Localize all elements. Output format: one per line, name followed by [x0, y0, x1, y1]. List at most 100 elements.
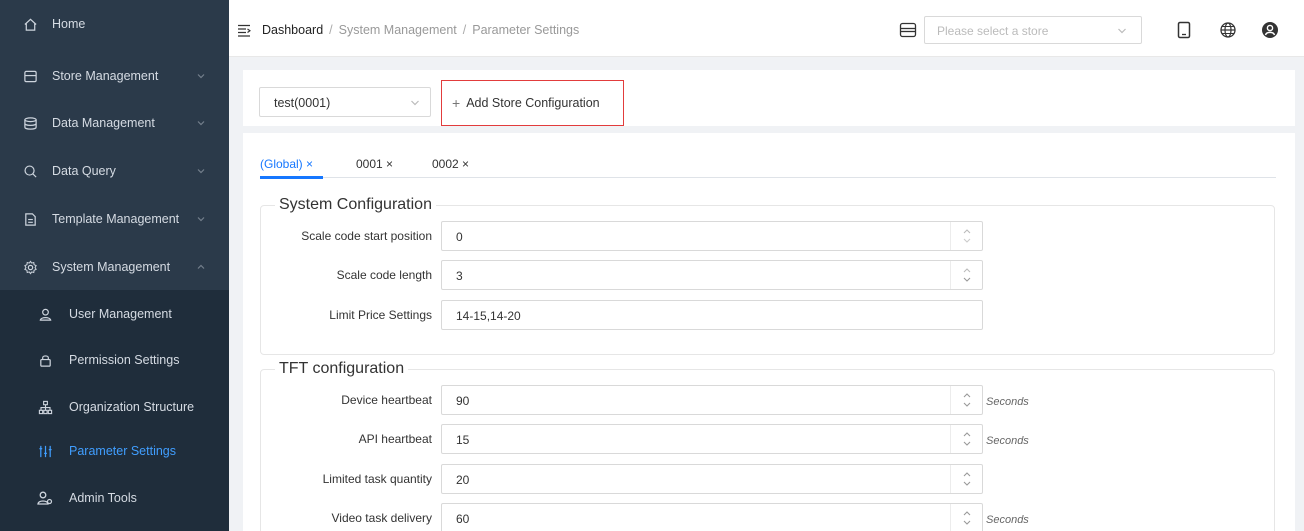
number-stepper[interactable]	[950, 386, 982, 414]
field-label: Scale code start position	[301, 229, 432, 243]
number-stepper[interactable]	[950, 222, 982, 250]
video-task-delivery-input[interactable]: 60	[441, 503, 983, 531]
store-select[interactable]: Please select a store	[924, 16, 1142, 44]
sidebar-item-label: Home	[52, 17, 86, 31]
chevron-down-icon	[411, 100, 419, 106]
scale-code-length-input[interactable]: 3	[441, 260, 983, 290]
breadcrumb-separator: /	[462, 23, 467, 37]
limited-task-quantity-input[interactable]: 20	[441, 464, 983, 494]
chevron-down-icon[interactable]	[962, 276, 972, 283]
chevron-up-icon[interactable]	[962, 471, 972, 478]
tab-global[interactable]: (Global) ×	[260, 157, 313, 171]
database-icon	[22, 115, 38, 131]
breadcrumb-item[interactable]: System Management	[339, 23, 457, 37]
number-stepper[interactable]	[950, 465, 982, 493]
sliders-icon	[37, 443, 53, 459]
number-stepper[interactable]	[950, 425, 982, 453]
globe-icon[interactable]	[1219, 21, 1237, 39]
org-icon	[37, 399, 53, 415]
menu-collapse-icon[interactable]	[237, 23, 251, 37]
home-icon	[22, 16, 38, 32]
device-heartbeat-input[interactable]: 90	[441, 385, 983, 415]
api-heartbeat-input[interactable]: 15	[441, 424, 983, 454]
sidebar-item-data-management[interactable]: Data Management	[0, 99, 229, 147]
plus-icon: +	[452, 95, 461, 111]
limit-price-settings-input[interactable]: 14-15,14-20	[441, 300, 983, 330]
chevron-down-icon[interactable]	[962, 237, 972, 244]
chevron-up-icon[interactable]	[962, 228, 972, 235]
sidebar-item-store-management[interactable]: Store Management	[0, 52, 229, 100]
sidebar-item-template-management[interactable]: Template Management	[0, 195, 229, 243]
tab-0002[interactable]: 0002 ×	[432, 157, 469, 171]
section-title: TFT configuration	[279, 360, 405, 377]
account-icon[interactable]	[1261, 21, 1279, 39]
user-icon	[37, 306, 53, 322]
field-value: 15	[456, 433, 470, 447]
scale-code-start-position-input[interactable]: 0	[441, 221, 983, 251]
sidebar-item-label: Organization Structure	[69, 400, 195, 414]
sidebar-item-user-management[interactable]: User Management	[0, 290, 229, 338]
field-value: 90	[456, 394, 470, 408]
chevron-down-icon[interactable]	[962, 480, 972, 487]
sidebar-item-admin-tools[interactable]: Admin Tools	[0, 474, 229, 522]
sidebar-item-data-query[interactable]: Data Query	[0, 147, 229, 195]
template-icon	[22, 211, 38, 227]
store-config-select[interactable]: test(0001)	[259, 87, 431, 117]
chevron-down-icon	[197, 169, 205, 174]
unit-label: Seconds	[986, 435, 1029, 447]
field-label: Scale code length	[336, 268, 432, 282]
breadcrumb-item: Parameter Settings	[472, 23, 580, 37]
field-label: Video task delivery	[331, 511, 433, 525]
unit-label: Seconds	[986, 396, 1029, 408]
sidebar: Home Store Management Data Management Da…	[0, 0, 229, 531]
sidebar-item-label: Data Management	[52, 116, 155, 130]
breadcrumb: Dashboard / System Management / Parameter Se…	[262, 23, 579, 37]
chevron-up-icon[interactable]	[962, 510, 972, 517]
field-label: Limited task quantity	[322, 472, 432, 486]
sidebar-item-organization-structure[interactable]: Organization Structure	[0, 383, 229, 431]
tablet-icon[interactable]	[1175, 21, 1193, 39]
field-value: 60	[456, 512, 470, 526]
add-store-configuration-button[interactable]: + Add Store Configuration	[441, 80, 624, 126]
chevron-down-icon	[197, 121, 205, 126]
sidebar-item-label: Admin Tools	[69, 491, 137, 505]
field-label: API heartbeat	[358, 432, 432, 446]
sidebar-item-label: Store Management	[52, 69, 159, 83]
sidebar-item-parameter-settings[interactable]: Parameter Settings	[0, 427, 229, 475]
chevron-up-icon[interactable]	[962, 431, 972, 438]
chevron-up-icon[interactable]	[962, 267, 972, 274]
chevron-down-icon	[1118, 28, 1126, 34]
field-label: Device heartbeat	[341, 393, 432, 407]
chevron-down-icon	[197, 217, 205, 222]
field-value: 14-15,14-20	[456, 309, 521, 323]
field-label: Limit Price Settings	[329, 308, 432, 322]
store-select-placeholder: Please select a store	[937, 24, 1049, 38]
tab-0001[interactable]: 0001 ×	[356, 157, 393, 171]
sidebar-item-label: Data Query	[52, 164, 116, 178]
chevron-up-icon[interactable]	[962, 392, 972, 399]
sidebar-item-permission-settings[interactable]: Permission Settings	[0, 336, 229, 384]
sidebar-item-home[interactable]: Home	[0, 0, 229, 48]
chevron-down-icon[interactable]	[962, 519, 972, 526]
sidebar-item-system-management[interactable]: System Management	[0, 243, 229, 291]
store-icon	[899, 22, 917, 38]
chevron-down-icon[interactable]	[962, 401, 972, 408]
section-title: System Configuration	[279, 196, 432, 213]
tab-active-indicator	[260, 176, 323, 179]
store-icon	[22, 68, 38, 84]
search-icon	[22, 163, 38, 179]
number-stepper[interactable]	[950, 261, 982, 289]
chevron-up-icon	[197, 264, 205, 269]
sidebar-item-label: Permission Settings	[69, 353, 180, 367]
field-value: 3	[456, 269, 463, 283]
breadcrumb-item[interactable]: Dashboard	[262, 23, 323, 37]
sidebar-item-label: Parameter Settings	[69, 444, 176, 458]
header-bar: Dashboard / System Management / Parameter Se…	[229, 0, 1304, 57]
gear-icon	[22, 259, 38, 275]
breadcrumb-separator: /	[329, 23, 333, 37]
field-value: 0	[456, 230, 463, 244]
chevron-down-icon[interactable]	[962, 440, 972, 447]
number-stepper[interactable]	[950, 504, 982, 531]
sidebar-item-label: User Management	[69, 307, 172, 321]
sidebar-item-label: System Management	[52, 260, 171, 274]
